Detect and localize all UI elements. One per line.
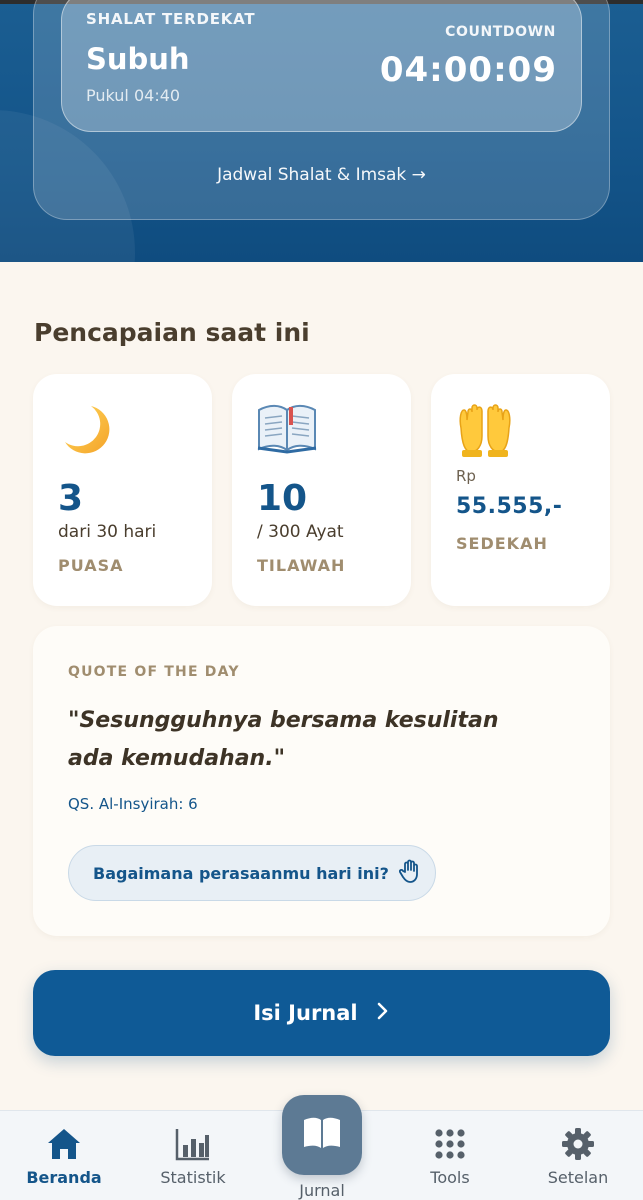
nav-label-jurnal: Jurnal — [299, 1181, 345, 1200]
crescent-moon-icon — [57, 402, 113, 462]
open-book-icon — [256, 402, 318, 458]
achievements-title: Pencapaian saat ini — [34, 318, 310, 347]
mood-button[interactable]: Bagaimana perasaanmu hari ini? — [68, 845, 436, 901]
nav-item-tools[interactable]: Tools — [395, 1111, 505, 1200]
next-prayer-label: SHALAT TERDEKAT — [86, 10, 256, 28]
next-prayer-time: Pukul 04:40 — [86, 86, 181, 105]
nav-label-beranda: Beranda — [26, 1168, 102, 1187]
nav-label-tools: Tools — [430, 1168, 470, 1187]
charity-currency: Rp — [456, 467, 476, 485]
quote-text: "Sesungguhnya bersama kesulitan ada kemu… — [68, 708, 499, 771]
prayer-schedule-link[interactable]: Jadwal Shalat & Imsak → — [0, 165, 643, 185]
fill-journal-button[interactable]: Isi Jurnal — [33, 970, 610, 1056]
nav-item-beranda[interactable]: Beranda — [9, 1111, 119, 1200]
fasting-value: 3 — [58, 478, 84, 519]
charity-caption: SEDEKAH — [456, 534, 548, 553]
hand-wave-icon — [398, 859, 421, 887]
recitation-value: 10 — [257, 478, 308, 519]
nav-label-statistik: Statistik — [160, 1168, 226, 1187]
prayer-header: SHALAT TERDEKAT Subuh Pukul 04:40 COUNTD… — [0, 0, 643, 262]
quote-source: QS. Al-Insyirah: 6 — [68, 795, 198, 813]
nav-item-jurnal[interactable] — [282, 1095, 362, 1175]
quote-label: QUOTE OF THE DAY — [68, 664, 240, 680]
raising-hands-icon — [455, 402, 515, 462]
nav-item-setelan[interactable]: Setelan — [523, 1111, 633, 1200]
recitation-sub: / 300 Ayat — [257, 522, 344, 542]
fasting-card[interactable]: 3 dari 30 hari PUASA — [33, 374, 212, 606]
grid-dots-icon — [433, 1127, 467, 1165]
quote-card: QUOTE OF THE DAY "Sesungguhnya bersama k… — [33, 626, 610, 936]
recitation-card[interactable]: 10 / 300 Ayat TILAWAH — [232, 374, 411, 606]
fasting-caption: PUASA — [58, 556, 124, 575]
charity-card[interactable]: Rp 55.555,- SEDEKAH — [431, 374, 610, 606]
countdown-label: COUNTDOWN — [445, 24, 556, 40]
nav-label-setelan: Setelan — [547, 1168, 609, 1187]
fasting-sub: dari 30 hari — [58, 522, 157, 542]
nav-item-statistik[interactable]: Statistik — [138, 1111, 248, 1200]
chevron-right-icon — [376, 1001, 390, 1025]
book-icon — [302, 1116, 342, 1154]
home-icon — [46, 1127, 82, 1165]
bar-chart-icon — [175, 1127, 211, 1165]
countdown-value: 04:00:09 — [379, 50, 557, 90]
fill-journal-label: Isi Jurnal — [253, 1001, 358, 1025]
recitation-caption: TILAWAH — [257, 556, 346, 575]
mood-button-label: Bagaimana perasaanmu hari ini? — [93, 863, 389, 883]
next-prayer-name: Subuh — [86, 42, 190, 76]
gear-icon — [561, 1127, 595, 1165]
charity-value: 55.555,- — [456, 494, 563, 519]
